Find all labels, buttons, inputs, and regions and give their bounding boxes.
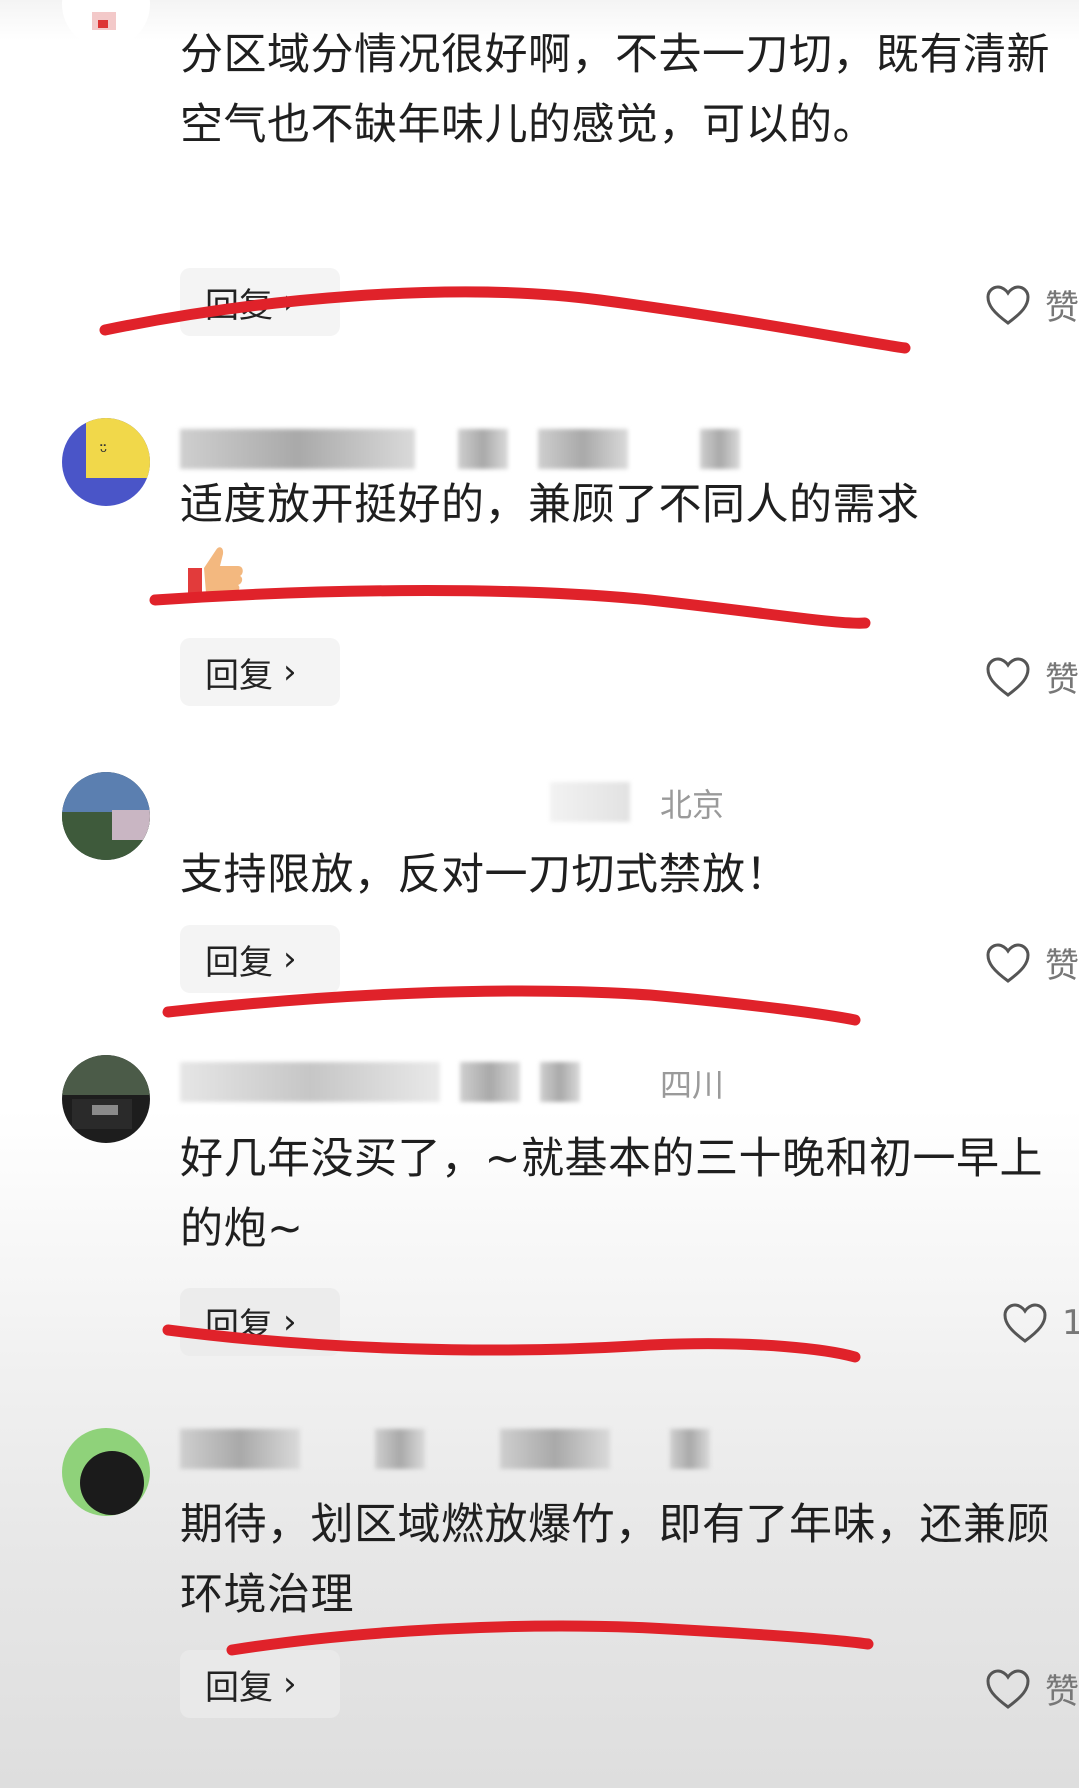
heart-outline-icon — [986, 1668, 1030, 1709]
reply-label: 回复 — [205, 942, 273, 983]
chevron-right-icon: › — [283, 282, 297, 322]
username-blurred — [540, 1062, 580, 1102]
reply-label: 回复 — [205, 1305, 273, 1346]
reply-button[interactable]: 回复 › — [180, 925, 340, 993]
like-button[interactable]: 1 — [1002, 1302, 1079, 1344]
svg-text:ᵕ̈: ᵕ̈ — [99, 442, 107, 463]
red-underline — [162, 985, 861, 1026]
reply-button[interactable]: 回复 › — [180, 1650, 340, 1718]
avatar[interactable]: ᵕ̈ — [62, 418, 150, 506]
comment-text: 好几年没买了，~就基本的三十晚和初一早上的炮~ — [180, 1134, 1044, 1254]
chevron-right-icon: › — [283, 1664, 297, 1704]
username-row — [180, 1425, 880, 1475]
username-blurred — [538, 429, 628, 469]
like-button[interactable]: 赞 — [985, 1664, 1079, 1713]
reply-button[interactable]: 回复 › — [180, 1288, 340, 1356]
username-blurred — [458, 429, 508, 469]
comment-text: 支持限放，反对一刀切式禁放！ — [180, 850, 789, 900]
username-blurred — [180, 429, 415, 469]
username-blurred — [700, 429, 740, 469]
like-button[interactable]: 赞 — [985, 280, 1079, 329]
username-blurred — [375, 1429, 425, 1469]
heart-outline-icon — [986, 942, 1030, 983]
reply-label: 回复 — [205, 1667, 273, 1708]
chevron-right-icon: › — [283, 1302, 297, 1342]
reply-label: 回复 — [205, 655, 273, 696]
location-label: 四川 — [660, 1066, 725, 1104]
avatar[interactable] — [62, 0, 150, 48]
comment-text: 分区域分情况很好啊，不去一刀切，既有清新空气也不缺年味儿的感觉，可以的。 — [180, 30, 1050, 150]
location-label: 北京 — [660, 786, 725, 824]
like-label: 赞 — [1045, 660, 1079, 700]
username-blurred — [180, 1429, 300, 1469]
heart-outline-icon — [986, 656, 1030, 697]
comment-text: 适度放开挺好的，兼顾了不同人的需求 — [180, 480, 920, 530]
username-row — [180, 425, 880, 475]
chevron-right-icon: › — [283, 939, 297, 979]
heart-outline-icon — [1003, 1303, 1047, 1343]
reply-label: 回复 — [205, 285, 273, 326]
reply-button[interactable]: 回复 › — [180, 268, 340, 336]
avatar[interactable] — [62, 772, 150, 860]
avatar[interactable] — [62, 1055, 150, 1143]
like-label: 赞 — [1045, 946, 1079, 986]
chevron-right-icon: › — [283, 652, 297, 692]
like-label: 赞 — [1045, 1672, 1079, 1712]
username-blurred — [180, 1062, 440, 1102]
username-blurred — [550, 782, 630, 822]
comment-feed: 分区域分情况很好啊，不去一刀切，既有清新空气也不缺年味儿的感觉，可以的。 回复 … — [0, 0, 1079, 1788]
like-button[interactable]: 赞 — [985, 938, 1079, 987]
red-underline — [149, 585, 871, 629]
thumbs-up-emoji — [186, 540, 246, 600]
reply-button[interactable]: 回复 › — [180, 638, 340, 706]
username-blurred — [500, 1429, 610, 1469]
like-button[interactable]: 赞 — [985, 652, 1079, 701]
username-blurred — [670, 1429, 710, 1469]
username-blurred — [460, 1062, 520, 1102]
username-row: 四川 — [180, 1058, 880, 1108]
heart-outline-icon — [986, 284, 1030, 325]
avatar[interactable] — [62, 1428, 150, 1516]
username-row: 北京 — [180, 778, 880, 828]
like-label: 赞 — [1045, 288, 1079, 328]
like-label: 1 — [1062, 1303, 1079, 1343]
comment-text: 期待，划区域燃放爆竹，即有了年味，还兼顾环境治理 — [180, 1500, 1050, 1620]
